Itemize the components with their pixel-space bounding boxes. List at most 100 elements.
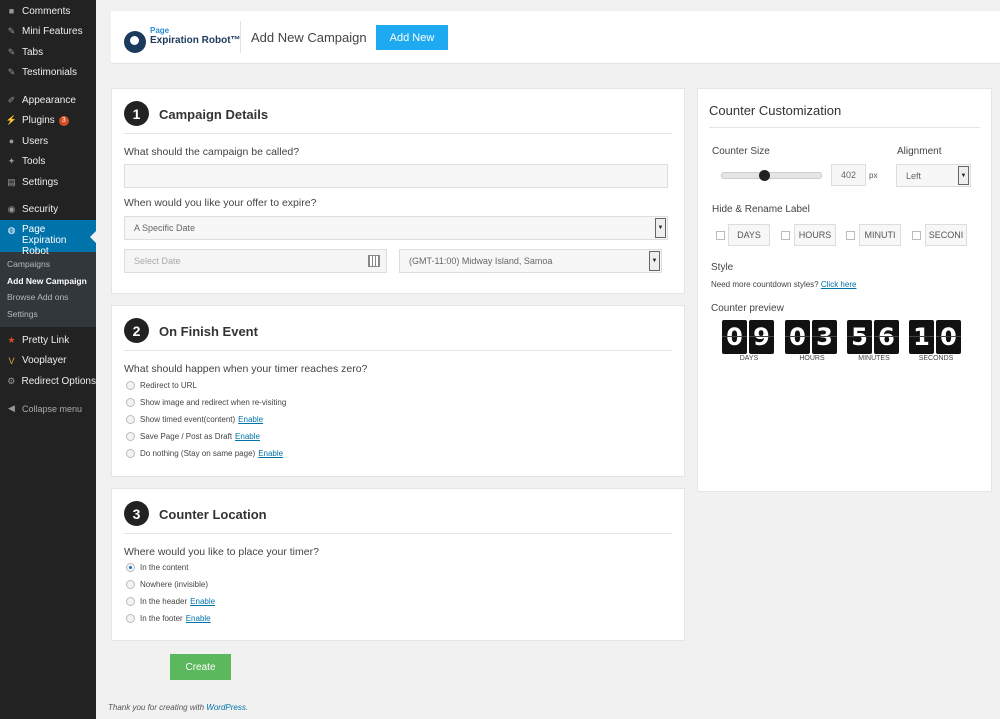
finish-option[interactable]: Show timed event(content) Enable xyxy=(126,415,263,424)
counter-size-slider[interactable] xyxy=(721,170,822,181)
enable-link[interactable]: Enable xyxy=(258,449,283,458)
radio-button[interactable] xyxy=(126,580,135,589)
gear-icon: ⚙ xyxy=(7,375,16,386)
sliders-icon: ▤ xyxy=(7,176,16,187)
sidebar-item-settings[interactable]: ▤ Settings xyxy=(0,172,96,193)
sidebar-item-appearance[interactable]: ✐ Appearance xyxy=(0,90,96,111)
card-title: Counter Location xyxy=(159,507,267,522)
rename-minutes-input[interactable]: MINUTI xyxy=(859,224,901,246)
finish-option[interactable]: Show image and redirect when re-visiting xyxy=(126,398,286,407)
create-button[interactable]: Create xyxy=(170,654,231,680)
step-number: 2 xyxy=(124,318,149,343)
update-count-badge: 3 xyxy=(58,115,69,126)
select-date-input[interactable]: Select Date xyxy=(124,249,387,273)
location-option[interactable]: Nowhere (invisible) xyxy=(126,580,208,589)
alignment-label: Alignment xyxy=(897,146,942,157)
chevron-down-icon: ▼ xyxy=(649,251,660,271)
finish-option[interactable]: Do nothing (Stay on same page) Enable xyxy=(126,449,283,458)
sidebar-item-page-expiration-robot[interactable]: ◍ Page Expiration Robot xyxy=(0,220,96,257)
finish-option[interactable]: Save Page / Post as Draft Enable xyxy=(126,432,260,441)
minutes-digit: 5 xyxy=(847,320,872,354)
sidebar-item-users[interactable]: ● Users xyxy=(0,131,96,152)
sidebar-item-tabs[interactable]: ✎ Tabs xyxy=(0,42,96,63)
days-unit-label: DAYS xyxy=(739,355,759,362)
sidebar-item-redirect-options[interactable]: ⚙ Redirect Options xyxy=(0,371,96,392)
enable-link[interactable]: Enable xyxy=(186,614,211,623)
hours-unit-label: HOURS xyxy=(799,355,825,362)
radio-button[interactable] xyxy=(126,449,135,458)
days-digit: 9 xyxy=(749,320,774,354)
wrench-icon: ✦ xyxy=(7,156,16,167)
counter-location-card: 3 Counter Location Where would you like … xyxy=(111,488,685,641)
sidebar-item-mini-features[interactable]: ✎ Mini Features xyxy=(0,22,96,43)
enable-link[interactable]: Enable xyxy=(190,597,215,606)
comment-icon: ■ xyxy=(8,6,15,17)
radio-button[interactable] xyxy=(126,432,135,441)
radio-button[interactable] xyxy=(126,398,135,407)
days-digit: 0 xyxy=(722,320,747,354)
submenu-settings[interactable]: Settings xyxy=(0,306,96,323)
location-option[interactable]: In the footer Enable xyxy=(126,614,211,623)
finish-question: What should happen when your timer reach… xyxy=(124,363,368,375)
on-finish-event-card: 2 On Finish Event What should happen whe… xyxy=(111,305,685,477)
divider xyxy=(124,133,672,134)
hours-digit: 3 xyxy=(812,320,837,354)
alignment-select[interactable]: Left ▼ xyxy=(896,164,971,187)
expire-label: When would you like your offer to expire… xyxy=(124,197,317,209)
shield-icon: V xyxy=(8,355,15,366)
pin-icon: ✎ xyxy=(7,46,16,57)
submenu-campaigns[interactable]: Campaigns xyxy=(0,256,96,273)
location-option[interactable]: In the content xyxy=(126,563,188,572)
hide-seconds-checkbox[interactable] xyxy=(912,231,921,240)
hours-digit: 0 xyxy=(785,320,810,354)
enable-link[interactable]: Enable xyxy=(238,415,263,424)
finish-option[interactable]: Redirect to URL xyxy=(126,381,197,390)
sidebar-item-security[interactable]: ◉ Security xyxy=(0,200,96,221)
submenu-add-new-campaign[interactable]: Add New Campaign xyxy=(0,273,96,290)
minutes-unit-label: MINUTES xyxy=(858,355,890,362)
brush-icon: ✐ xyxy=(7,94,16,105)
size-unit: px xyxy=(869,171,878,180)
radio-button[interactable] xyxy=(126,415,135,424)
sidebar-item-testimonials[interactable]: ✎ Testimonials xyxy=(0,63,96,84)
sidebar-submenu: Campaigns Add New Campaign Browse Add on… xyxy=(0,252,96,327)
rename-days-input[interactable]: DAYS xyxy=(728,224,770,246)
hide-rename-label: Hide & Rename Label xyxy=(712,204,810,215)
rename-seconds-input[interactable]: SECONI xyxy=(925,224,967,246)
robot-logo-icon xyxy=(124,31,146,53)
timezone-select[interactable]: (GMT-11:00) Midway Island, Samoa ▼ xyxy=(399,249,662,273)
click-here-link[interactable]: Click here xyxy=(821,280,857,289)
calendar-icon[interactable] xyxy=(368,255,380,267)
radio-button[interactable] xyxy=(126,597,135,606)
chevron-down-icon: ▼ xyxy=(655,218,666,238)
sidebar-item-vooplayer[interactable]: V Vooplayer xyxy=(0,351,96,372)
plugin-icon: ⚡ xyxy=(5,115,18,126)
rename-hours-input[interactable]: HOURS xyxy=(794,224,836,246)
hide-minutes-checkbox[interactable] xyxy=(846,231,855,240)
card-title: Campaign Details xyxy=(159,107,269,122)
sidebar-item-plugins[interactable]: ⚡ Plugins 3 xyxy=(0,111,96,132)
hide-hours-checkbox[interactable] xyxy=(781,231,790,240)
enable-link[interactable]: Enable xyxy=(235,432,260,441)
expire-type-select[interactable]: A Specific Date ▼ xyxy=(124,216,668,240)
collapse-menu-button[interactable]: ◀ Collapse menu xyxy=(0,399,96,420)
campaign-name-input[interactable] xyxy=(124,164,668,188)
admin-footer: Thank you for creating with WordPress. xyxy=(108,703,249,712)
add-new-button[interactable]: Add New xyxy=(376,25,448,50)
sidebar-item-comments[interactable]: ■ Comments xyxy=(0,1,96,22)
wordpress-link[interactable]: WordPress xyxy=(206,703,246,712)
counter-size-input[interactable]: 402 xyxy=(831,164,866,186)
step-number: 3 xyxy=(124,501,149,526)
hide-days-checkbox[interactable] xyxy=(716,231,725,240)
sidebar-item-tools[interactable]: ✦ Tools xyxy=(0,152,96,173)
seconds-unit-label: SECONDS xyxy=(918,355,954,362)
sidebar-item-pretty-link[interactable]: ★ Pretty Link xyxy=(0,330,96,351)
shield-icon: ◉ xyxy=(7,204,16,215)
radio-button[interactable] xyxy=(126,563,135,572)
slider-handle[interactable] xyxy=(759,170,770,181)
submenu-browse-addons[interactable]: Browse Add ons xyxy=(0,289,96,306)
location-option[interactable]: In the header Enable xyxy=(126,597,215,606)
panel-title: Counter Customization xyxy=(709,103,842,118)
radio-button[interactable] xyxy=(126,614,135,623)
radio-button[interactable] xyxy=(126,381,135,390)
